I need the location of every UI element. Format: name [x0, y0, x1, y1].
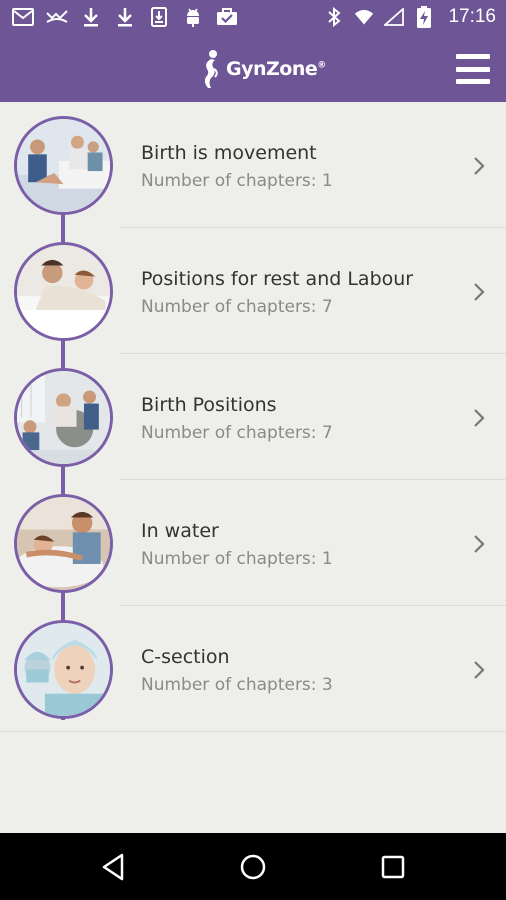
item-title: Positions for rest and Labour [141, 268, 414, 290]
list-item[interactable]: Positions for rest and Labour Number of … [0, 228, 506, 354]
briefcase-check-icon [216, 6, 238, 28]
item-thumbnail [14, 242, 113, 341]
item-subtitle: Number of chapters: 1 [141, 171, 333, 191]
list-item[interactable]: Birth Positions Number of chapters: 7 [0, 354, 506, 480]
hamburger-menu-icon[interactable] [456, 54, 490, 84]
item-title: C-section [141, 646, 230, 668]
item-subtitle: Number of chapters: 3 [141, 675, 333, 695]
chevron-right-icon [474, 535, 485, 553]
item-subtitle: Number of chapters: 7 [141, 297, 333, 317]
status-bar: 17:16 [0, 0, 506, 36]
list-item[interactable]: Birth is movement Number of chapters: 1 [0, 102, 506, 228]
recents-square-icon[interactable] [377, 851, 409, 883]
wifi-icon [354, 6, 374, 28]
system-navigation-bar [0, 833, 506, 900]
home-circle-icon[interactable] [237, 851, 269, 883]
item-thumbnail [14, 494, 113, 593]
download-box-icon [148, 6, 170, 28]
item-thumbnail [14, 116, 113, 215]
divider [0, 731, 506, 732]
item-thumbnail [14, 368, 113, 467]
clock-time: 17:16 [448, 6, 496, 27]
app-logo-text: GynZone® [226, 58, 326, 80]
battery-charging-icon [414, 6, 434, 28]
notification-icons [12, 6, 238, 28]
app-bar: GynZone® [0, 36, 506, 102]
item-thumbnail [14, 620, 113, 719]
item-title: Birth Positions [141, 394, 277, 416]
item-title: In water [141, 520, 219, 542]
chevron-right-icon [474, 157, 485, 175]
chevron-right-icon [474, 409, 485, 427]
item-subtitle: Number of chapters: 7 [141, 423, 333, 443]
android-debug-icon [182, 6, 204, 28]
download-icon [80, 6, 102, 28]
missed-call-icon [46, 6, 68, 28]
system-icons: 17:16 [324, 6, 496, 28]
gynzone-logo-mark-icon [204, 50, 218, 88]
back-triangle-icon[interactable] [98, 851, 130, 883]
list-item[interactable]: In water Number of chapters: 1 [0, 480, 506, 606]
item-title: Birth is movement [141, 142, 317, 164]
list-item[interactable]: C-section Number of chapters: 3 [0, 606, 506, 732]
chevron-right-icon [474, 283, 485, 301]
signal-icon [384, 6, 405, 28]
item-subtitle: Number of chapters: 1 [141, 549, 333, 569]
bluetooth-icon [324, 6, 344, 28]
download-icon [114, 6, 136, 28]
gynzone-logo: GynZone® [202, 48, 326, 90]
chevron-right-icon [474, 661, 485, 679]
gmail-icon [12, 6, 34, 28]
